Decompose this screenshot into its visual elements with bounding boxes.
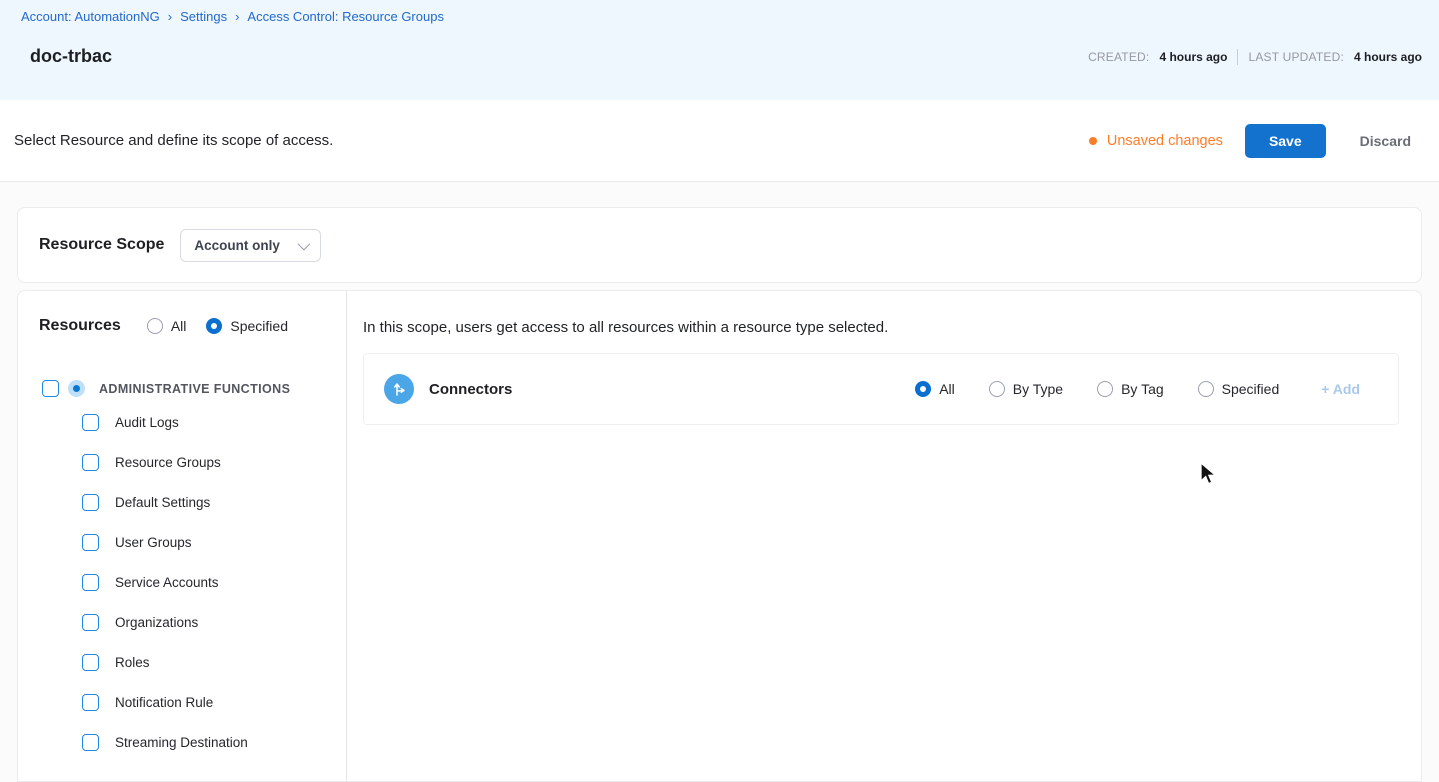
unsaved-changes-indicator: Unsaved changes xyxy=(1089,133,1223,149)
discard-button[interactable]: Discard xyxy=(1348,124,1423,158)
resource-group-administrative-functions[interactable]: ADMINISTRATIVE FUNCTIONS xyxy=(42,380,346,397)
toolbar-description: Select Resource and define its scope of … xyxy=(14,132,333,149)
resource-item-roles[interactable]: Roles xyxy=(82,642,346,682)
checkbox-icon[interactable] xyxy=(82,414,99,431)
resource-scope-card: Resource Scope Account only xyxy=(17,207,1422,283)
connectors-row: Connectors All By Type By Tag xyxy=(363,353,1399,425)
connectors-option-all[interactable]: All xyxy=(915,381,955,397)
connectors-option-all-label: All xyxy=(939,381,955,397)
resources-card: Resources All Specified ADMINIST xyxy=(17,290,1422,782)
breadcrumb-separator-icon: › xyxy=(235,9,239,24)
created-value: 4 hours ago xyxy=(1159,50,1227,64)
resource-item-label: Organizations xyxy=(115,615,198,630)
add-button[interactable]: + Add xyxy=(1321,381,1360,397)
resource-scope-label: Resource Scope xyxy=(39,236,164,254)
created-label: CREATED: xyxy=(1088,50,1149,64)
toolbar: Select Resource and define its scope of … xyxy=(0,100,1439,182)
checkbox-icon[interactable] xyxy=(82,494,99,511)
connectors-option-by-type[interactable]: By Type xyxy=(989,381,1063,397)
scope-note: In this scope, users get access to all r… xyxy=(363,319,1399,336)
resources-mode-all[interactable]: All xyxy=(147,318,187,334)
scope-detail-panel: In this scope, users get access to all r… xyxy=(347,291,1421,781)
resource-item-audit-logs[interactable]: Audit Logs xyxy=(82,402,346,442)
radio-selected-icon[interactable] xyxy=(206,318,222,334)
resource-item-default-settings[interactable]: Default Settings xyxy=(82,482,346,522)
resource-item-label: Service Accounts xyxy=(115,575,219,590)
breadcrumb: Account: AutomationNG › Settings › Acces… xyxy=(21,6,1422,24)
resource-scope-dropdown[interactable]: Account only xyxy=(180,229,321,262)
connectors-option-by-tag[interactable]: By Tag xyxy=(1097,381,1164,397)
breadcrumb-settings-link[interactable]: Settings xyxy=(180,9,227,24)
resources-mode-specified-label: Specified xyxy=(230,318,288,334)
resource-item-label: User Groups xyxy=(115,535,192,550)
category-dot-icon xyxy=(68,380,85,397)
meta-divider xyxy=(1237,49,1238,65)
checkbox-icon[interactable] xyxy=(42,380,59,397)
resources-mode-all-label: All xyxy=(171,318,187,334)
radio-selected-icon[interactable] xyxy=(915,381,931,397)
resource-item-user-groups[interactable]: User Groups xyxy=(82,522,346,562)
breadcrumb-access-control-link[interactable]: Access Control: Resource Groups xyxy=(247,9,444,24)
resource-item-organizations[interactable]: Organizations xyxy=(82,602,346,642)
connectors-label: Connectors xyxy=(429,381,512,398)
connectors-access-radio-group: All By Type By Tag Specified xyxy=(915,381,1279,397)
resource-item-label: Notification Rule xyxy=(115,695,213,710)
checkbox-icon[interactable] xyxy=(82,454,99,471)
breadcrumb-account-link[interactable]: Account: AutomationNG xyxy=(21,9,160,24)
resource-item-label: Roles xyxy=(115,655,150,670)
breadcrumb-separator-icon: › xyxy=(168,9,172,24)
resource-item-notification-rule[interactable]: Notification Rule xyxy=(82,682,346,722)
radio-unselected-icon[interactable] xyxy=(1198,381,1214,397)
connectors-icon xyxy=(384,374,414,404)
resources-mode-radio-group: All Specified xyxy=(147,318,288,334)
resources-title: Resources xyxy=(39,317,121,335)
radio-unselected-icon[interactable] xyxy=(989,381,1005,397)
radio-unselected-icon[interactable] xyxy=(1097,381,1113,397)
checkbox-icon[interactable] xyxy=(82,694,99,711)
resource-item-service-accounts[interactable]: Service Accounts xyxy=(82,562,346,602)
unsaved-dot-icon xyxy=(1089,137,1097,145)
resource-item-resource-groups[interactable]: Resource Groups xyxy=(82,442,346,482)
checkbox-icon[interactable] xyxy=(82,574,99,591)
header-meta: CREATED: 4 hours ago LAST UPDATED: 4 hou… xyxy=(1088,49,1422,65)
resource-item-label: Audit Logs xyxy=(115,415,179,430)
last-updated-label: LAST UPDATED: xyxy=(1248,50,1344,64)
resources-sidebar: Resources All Specified ADMINIST xyxy=(18,291,346,781)
checkbox-icon[interactable] xyxy=(82,654,99,671)
connectors-option-by-tag-label: By Tag xyxy=(1121,381,1164,397)
save-button[interactable]: Save xyxy=(1245,124,1326,158)
checkbox-icon[interactable] xyxy=(82,534,99,551)
last-updated-value: 4 hours ago xyxy=(1354,50,1422,64)
connectors-option-by-type-label: By Type xyxy=(1013,381,1063,397)
resource-group-label: ADMINISTRATIVE FUNCTIONS xyxy=(99,382,290,396)
connectors-option-specified-label: Specified xyxy=(1222,381,1280,397)
resource-item-label: Resource Groups xyxy=(115,455,221,470)
unsaved-changes-label: Unsaved changes xyxy=(1107,133,1223,149)
resource-item-label: Streaming Destination xyxy=(115,735,248,750)
page-title: doc-trbac xyxy=(21,46,112,67)
page-header: Account: AutomationNG › Settings › Acces… xyxy=(0,0,1439,100)
resource-scope-value: Account only xyxy=(194,238,280,253)
checkbox-icon[interactable] xyxy=(82,614,99,631)
chevron-down-icon xyxy=(297,237,310,250)
content-area: Resource Scope Account only Resources Al… xyxy=(0,182,1439,782)
resource-item-streaming-destination[interactable]: Streaming Destination xyxy=(82,722,346,762)
checkbox-icon[interactable] xyxy=(82,734,99,751)
resource-tree: ADMINISTRATIVE FUNCTIONS Audit Logs Reso… xyxy=(18,335,346,762)
resource-item-label: Default Settings xyxy=(115,495,210,510)
radio-unselected-icon[interactable] xyxy=(147,318,163,334)
connectors-option-specified[interactable]: Specified xyxy=(1198,381,1280,397)
resources-mode-specified[interactable]: Specified xyxy=(206,318,288,334)
